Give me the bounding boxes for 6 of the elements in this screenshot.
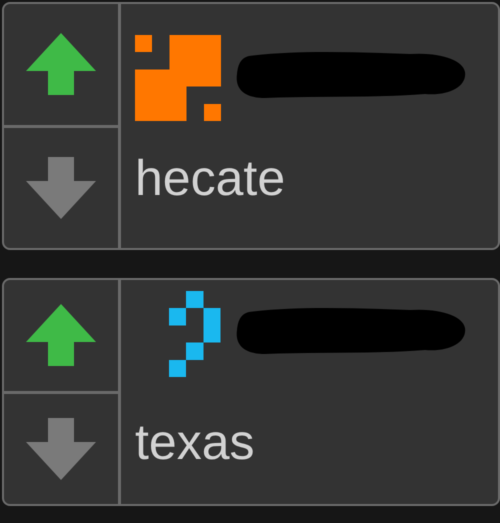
downvote-arrow-icon[interactable]	[26, 156, 96, 219]
downvote-arrow-icon[interactable]	[26, 418, 96, 480]
upvote-arrow-icon[interactable]	[26, 304, 96, 366]
upvote-arrow-icon[interactable]	[26, 33, 96, 96]
comment-text: texas	[135, 415, 256, 470]
comment-text: hecate	[135, 151, 286, 206]
